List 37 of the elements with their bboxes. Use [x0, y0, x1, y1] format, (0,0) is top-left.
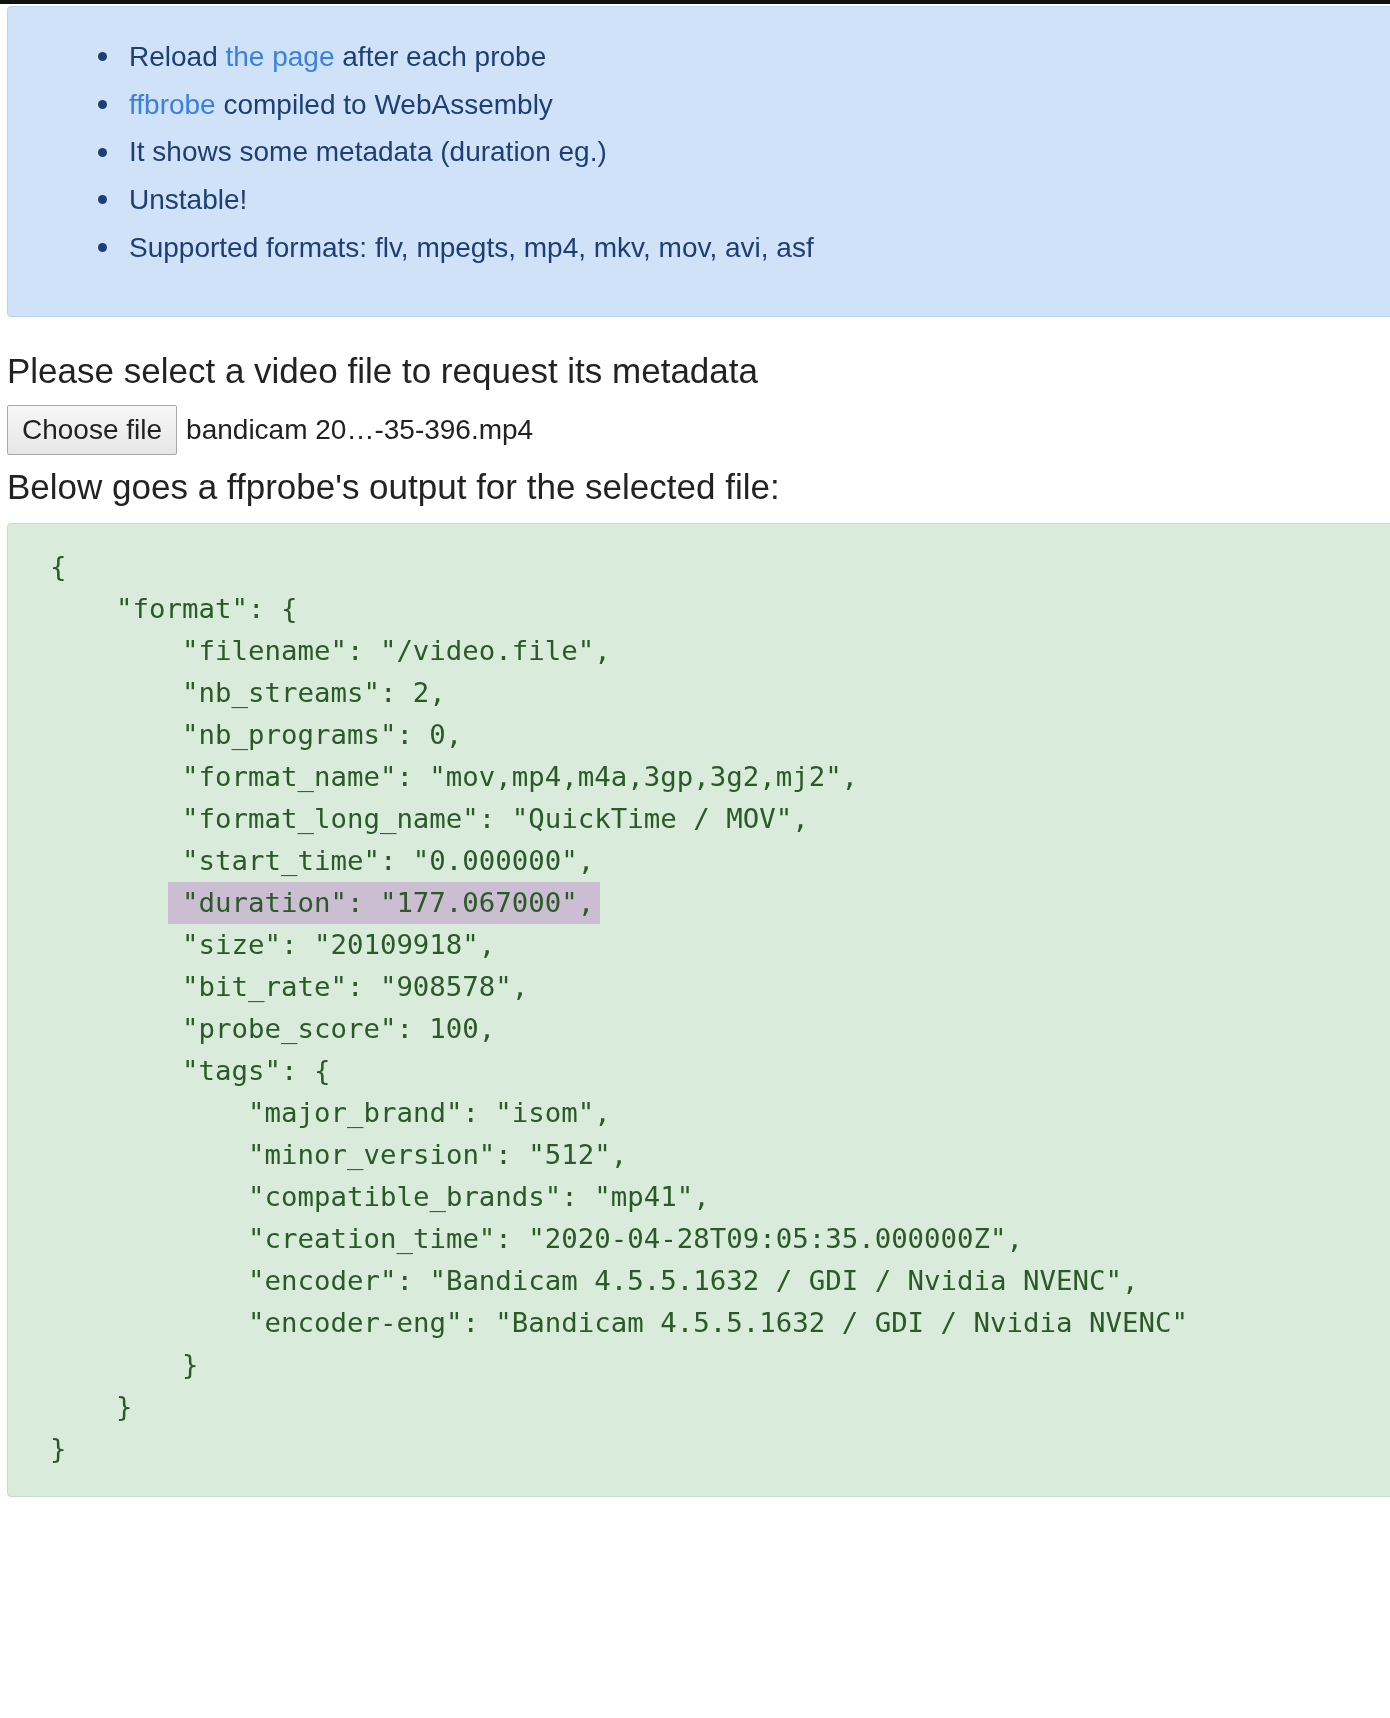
bullet-icon	[98, 100, 107, 110]
code-line: "major_brand": "isom",	[247, 1095, 612, 1130]
code-line: "start_time": "0.000000",	[181, 843, 596, 878]
code-line: "format": {	[115, 591, 299, 626]
code-line: "format_name": "mov,mp4,m4a,3gp,3g2,mj2",	[181, 759, 860, 794]
bullet-icon	[98, 52, 107, 62]
code-line: "minor_version": "512",	[247, 1137, 629, 1172]
bullet-icon	[98, 195, 107, 205]
code-line: "encoder-eng": "Bandicam 4.5.5.1632 / GDI / Nvidia NVENC"	[247, 1305, 1189, 1340]
code-line: }	[49, 1431, 68, 1466]
info-text: ffbrobe compiled to WebAssembly	[129, 87, 553, 122]
bullet-icon	[98, 147, 107, 157]
code-line: "compatible_brands": "mp41",	[247, 1179, 711, 1214]
info-text: Unstable!	[129, 183, 248, 218]
link[interactable]: ffbrobe	[129, 88, 216, 120]
code-line: "encoder": "Bandicam 4.5.5.1632 / GDI / Nvidia NVENC",	[247, 1263, 1140, 1298]
file-name: bandicam 20…-35-396.mp4	[186, 413, 534, 446]
code-line: "probe_score": 100,	[181, 1011, 497, 1046]
code-line: "nb_programs": 0,	[181, 717, 464, 752]
code-line: "bit_rate": "908578",	[181, 969, 530, 1004]
code-line: "creation_time": "2020-04-28T09:05:35.000000Z",	[247, 1221, 1025, 1256]
code-line: "format_long_name": "QuickTime / MOV",	[181, 801, 810, 836]
choose-file-button[interactable]: Choose file	[7, 404, 178, 455]
code-line: {	[49, 549, 68, 584]
code-line: "size": "20109918",	[181, 927, 497, 962]
code-line: }	[181, 1347, 200, 1382]
link[interactable]: the page	[225, 41, 335, 72]
info-text: It shows some metadata (duration eg.)	[129, 135, 607, 170]
info-text: Reload the page after each probe	[129, 40, 547, 74]
info-text: Supported formats: flv, mpegts, mp4, mkv, mov, avi, asf	[129, 230, 814, 265]
code-line: "nb_streams": 2,	[181, 675, 447, 710]
bullet-icon	[98, 243, 107, 253]
output-heading: Below goes a ffprobe's output for the selected file:	[7, 465, 781, 508]
code-line: "tags": {	[181, 1053, 332, 1088]
code-line: }	[115, 1389, 134, 1424]
code-line: "filename": "/video.file",	[181, 633, 612, 668]
instruction-heading: Please select a video file to request its metadata	[7, 349, 759, 392]
